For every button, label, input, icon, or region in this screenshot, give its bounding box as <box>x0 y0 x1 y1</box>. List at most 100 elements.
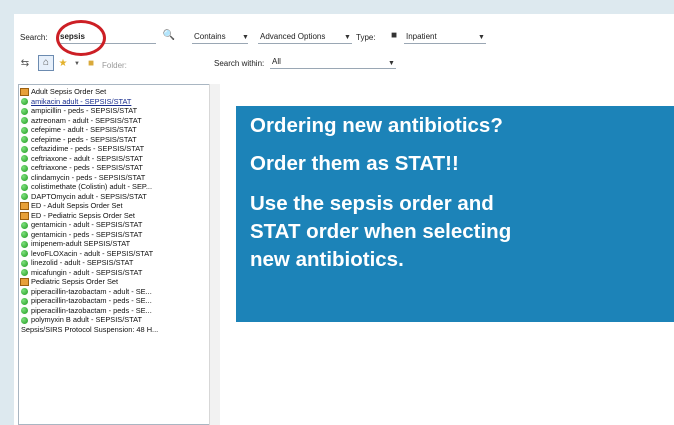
order-set-item[interactable]: Adult Sepsis Order Set <box>19 87 211 97</box>
order-set-item[interactable]: ED - Pediatric Sepsis Order Set <box>19 211 211 221</box>
banner-stat-reminder: Order them as STAT!! <box>250 152 459 175</box>
result-label: linezolid - adult - SEPSIS/STAT <box>31 258 134 267</box>
result-label: gentamicin - adult - SEPSIS/STAT <box>31 220 143 229</box>
result-label: micafungin - adult - SEPSIS/STAT <box>31 267 143 277</box>
order-item[interactable]: ceftriaxone - adult - SEPSIS/STAT <box>19 154 211 164</box>
result-label: piperacillin-tazobactam - peds - SE... <box>31 305 152 315</box>
order-item[interactable]: colistimethate (Colistin) adult - SEP... <box>19 182 211 192</box>
order-sentence-icon <box>21 250 28 257</box>
order-sentence-icon <box>21 221 28 229</box>
type-dropdown[interactable]: Inpatient <box>404 29 486 44</box>
order-sentence-icon <box>21 126 28 134</box>
order-item[interactable]: polymyxin B adult - SEPSIS/STAT <box>19 315 211 325</box>
result-label: gentamicin - peds - SEPSIS/STAT <box>31 229 143 239</box>
order-sentence-icon <box>21 231 28 238</box>
search-icon[interactable]: 🔍 <box>162 29 176 43</box>
result-label: imipenem-adult SEPSIS/STAT <box>31 239 131 248</box>
match-mode-value: Contains <box>194 32 226 41</box>
folder-label: Folder: <box>102 61 127 70</box>
order-sentence-icon <box>21 174 28 181</box>
order-item[interactable]: gentamicin - adult - SEPSIS/STAT <box>19 220 211 230</box>
order-sentence-icon <box>21 259 28 267</box>
home-icon[interactable]: ⌂ <box>38 55 54 71</box>
order-sentence-icon <box>21 307 28 314</box>
result-label: DAPTOmycin adult - SEPSIS/STAT <box>31 191 147 201</box>
order-sentence-icon <box>21 193 28 200</box>
chevron-down-icon: ▼ <box>344 34 351 41</box>
order-item[interactable]: ampicillin - peds - SEPSIS/STAT <box>19 106 211 116</box>
result-label: cefepime - adult - SEPSIS/STAT <box>31 125 137 134</box>
protocol-item[interactable]: Sepsis/SIRS Protocol Suspension: 48 H... <box>19 325 211 335</box>
chevron-down-icon[interactable]: ▼ <box>70 57 84 71</box>
order-item[interactable]: ceftriaxone - peds - SEPSIS/STAT <box>19 163 211 173</box>
order-item[interactable]: clindamycin - peds - SEPSIS/STAT <box>19 173 211 183</box>
chevron-down-icon: ▼ <box>388 60 395 67</box>
result-label: ED - Pediatric Sepsis Order Set <box>31 210 135 220</box>
result-label: piperacillin-tazobactam - peds - SE... <box>31 296 152 305</box>
order-item[interactable]: ceftazidime - peds - SEPSIS/STAT <box>19 144 211 154</box>
order-item[interactable]: piperacillin-tazobactam - peds - SE... <box>19 306 211 316</box>
order-search-window: Search: sepsis 🔍 Contains ▼ Advanced Opt… <box>14 14 674 425</box>
order-set-icon <box>20 88 29 96</box>
result-label: Adult Sepsis Order Set <box>31 87 107 96</box>
search-within-label: Search within: <box>214 59 265 68</box>
search-label: Search: <box>20 33 48 42</box>
order-sentence-icon <box>21 117 28 124</box>
results-scrollbar[interactable] <box>209 84 220 425</box>
result-label: colistimethate (Colistin) adult - SEP... <box>31 182 153 191</box>
search-results-list[interactable]: Adult Sepsis Order Set amikacin adult - S… <box>18 84 212 425</box>
patient-type-icon: ■ <box>390 30 398 41</box>
banner-instruction-line-2: STAT order when selecting <box>250 220 512 243</box>
order-sentence-icon <box>21 288 28 295</box>
folder-icon[interactable]: ■ <box>84 57 98 71</box>
order-sentence-icon <box>21 164 28 172</box>
order-sentence-icon <box>21 183 28 191</box>
search-within-value: All <box>272 57 281 66</box>
order-sentence-icon <box>21 297 28 305</box>
order-sentence-icon <box>21 98 28 105</box>
type-value: Inpatient <box>406 32 437 41</box>
result-label: levoFLOXacin - adult - SEPSIS/STAT <box>31 248 154 258</box>
banner-instruction-line-3: new antibiotics. <box>250 248 404 271</box>
banner-instruction-line-1: Use the sepsis order and <box>250 192 494 215</box>
result-label: ED - Adult Sepsis Order Set <box>31 201 123 210</box>
instruction-banner: Ordering new antibiotics? Order them as … <box>236 106 674 322</box>
result-label: ampicillin - peds - SEPSIS/STAT <box>31 106 138 115</box>
order-item[interactable]: amikacin adult - SEPSIS/STAT <box>19 97 211 107</box>
order-set-item[interactable]: ED - Adult Sepsis Order Set <box>19 201 211 211</box>
order-item[interactable]: DAPTOmycin adult - SEPSIS/STAT <box>19 192 211 202</box>
result-label: clindamycin - peds - SEPSIS/STAT <box>31 172 146 182</box>
order-sentence-icon <box>21 316 28 324</box>
result-label: ceftriaxone - adult - SEPSIS/STAT <box>31 153 143 163</box>
result-label: ceftriaxone - peds - SEPSIS/STAT <box>31 163 143 172</box>
result-label: cefepime - peds - SEPSIS/STAT <box>31 134 137 144</box>
back-icon[interactable]: ⇆ <box>18 57 32 71</box>
match-mode-dropdown[interactable]: Contains <box>192 29 248 44</box>
result-label: polymyxin B adult - SEPSIS/STAT <box>31 315 143 324</box>
order-item[interactable]: imipenem-adult SEPSIS/STAT <box>19 239 211 249</box>
search-within-dropdown[interactable]: All <box>270 54 396 69</box>
order-sentence-icon <box>21 155 28 162</box>
type-label: Type: <box>356 33 376 42</box>
result-label: Sepsis/SIRS Protocol Suspension: 48 H... <box>21 324 159 334</box>
order-sentence-icon <box>21 107 28 115</box>
favorites-star-icon[interactable]: ★ <box>56 57 70 71</box>
order-item[interactable]: cefepime - peds - SEPSIS/STAT <box>19 135 211 145</box>
order-item[interactable]: micafungin - adult - SEPSIS/STAT <box>19 268 211 278</box>
order-item[interactable]: aztreonam - adult - SEPSIS/STAT <box>19 116 211 126</box>
advanced-options-label: Advanced Options <box>260 32 326 41</box>
order-sentence-icon <box>21 136 28 143</box>
order-set-icon <box>20 278 29 286</box>
result-label: Pediatric Sepsis Order Set <box>31 277 119 286</box>
order-item[interactable]: cefepime - adult - SEPSIS/STAT <box>19 125 211 135</box>
order-sentence-icon <box>21 269 28 276</box>
order-item[interactable]: piperacillin-tazobactam - adult - SE... <box>19 287 211 297</box>
order-item[interactable]: levoFLOXacin - adult - SEPSIS/STAT <box>19 249 211 259</box>
result-label: piperacillin-tazobactam - adult - SE... <box>31 286 152 296</box>
advanced-options-dropdown[interactable]: Advanced Options <box>258 29 352 44</box>
banner-headline: Ordering new antibiotics? <box>250 114 503 137</box>
order-item[interactable]: piperacillin-tazobactam - peds - SE... <box>19 296 211 306</box>
order-item[interactable]: gentamicin - peds - SEPSIS/STAT <box>19 230 211 240</box>
order-set-item[interactable]: Pediatric Sepsis Order Set <box>19 277 211 287</box>
order-item[interactable]: linezolid - adult - SEPSIS/STAT <box>19 258 211 268</box>
